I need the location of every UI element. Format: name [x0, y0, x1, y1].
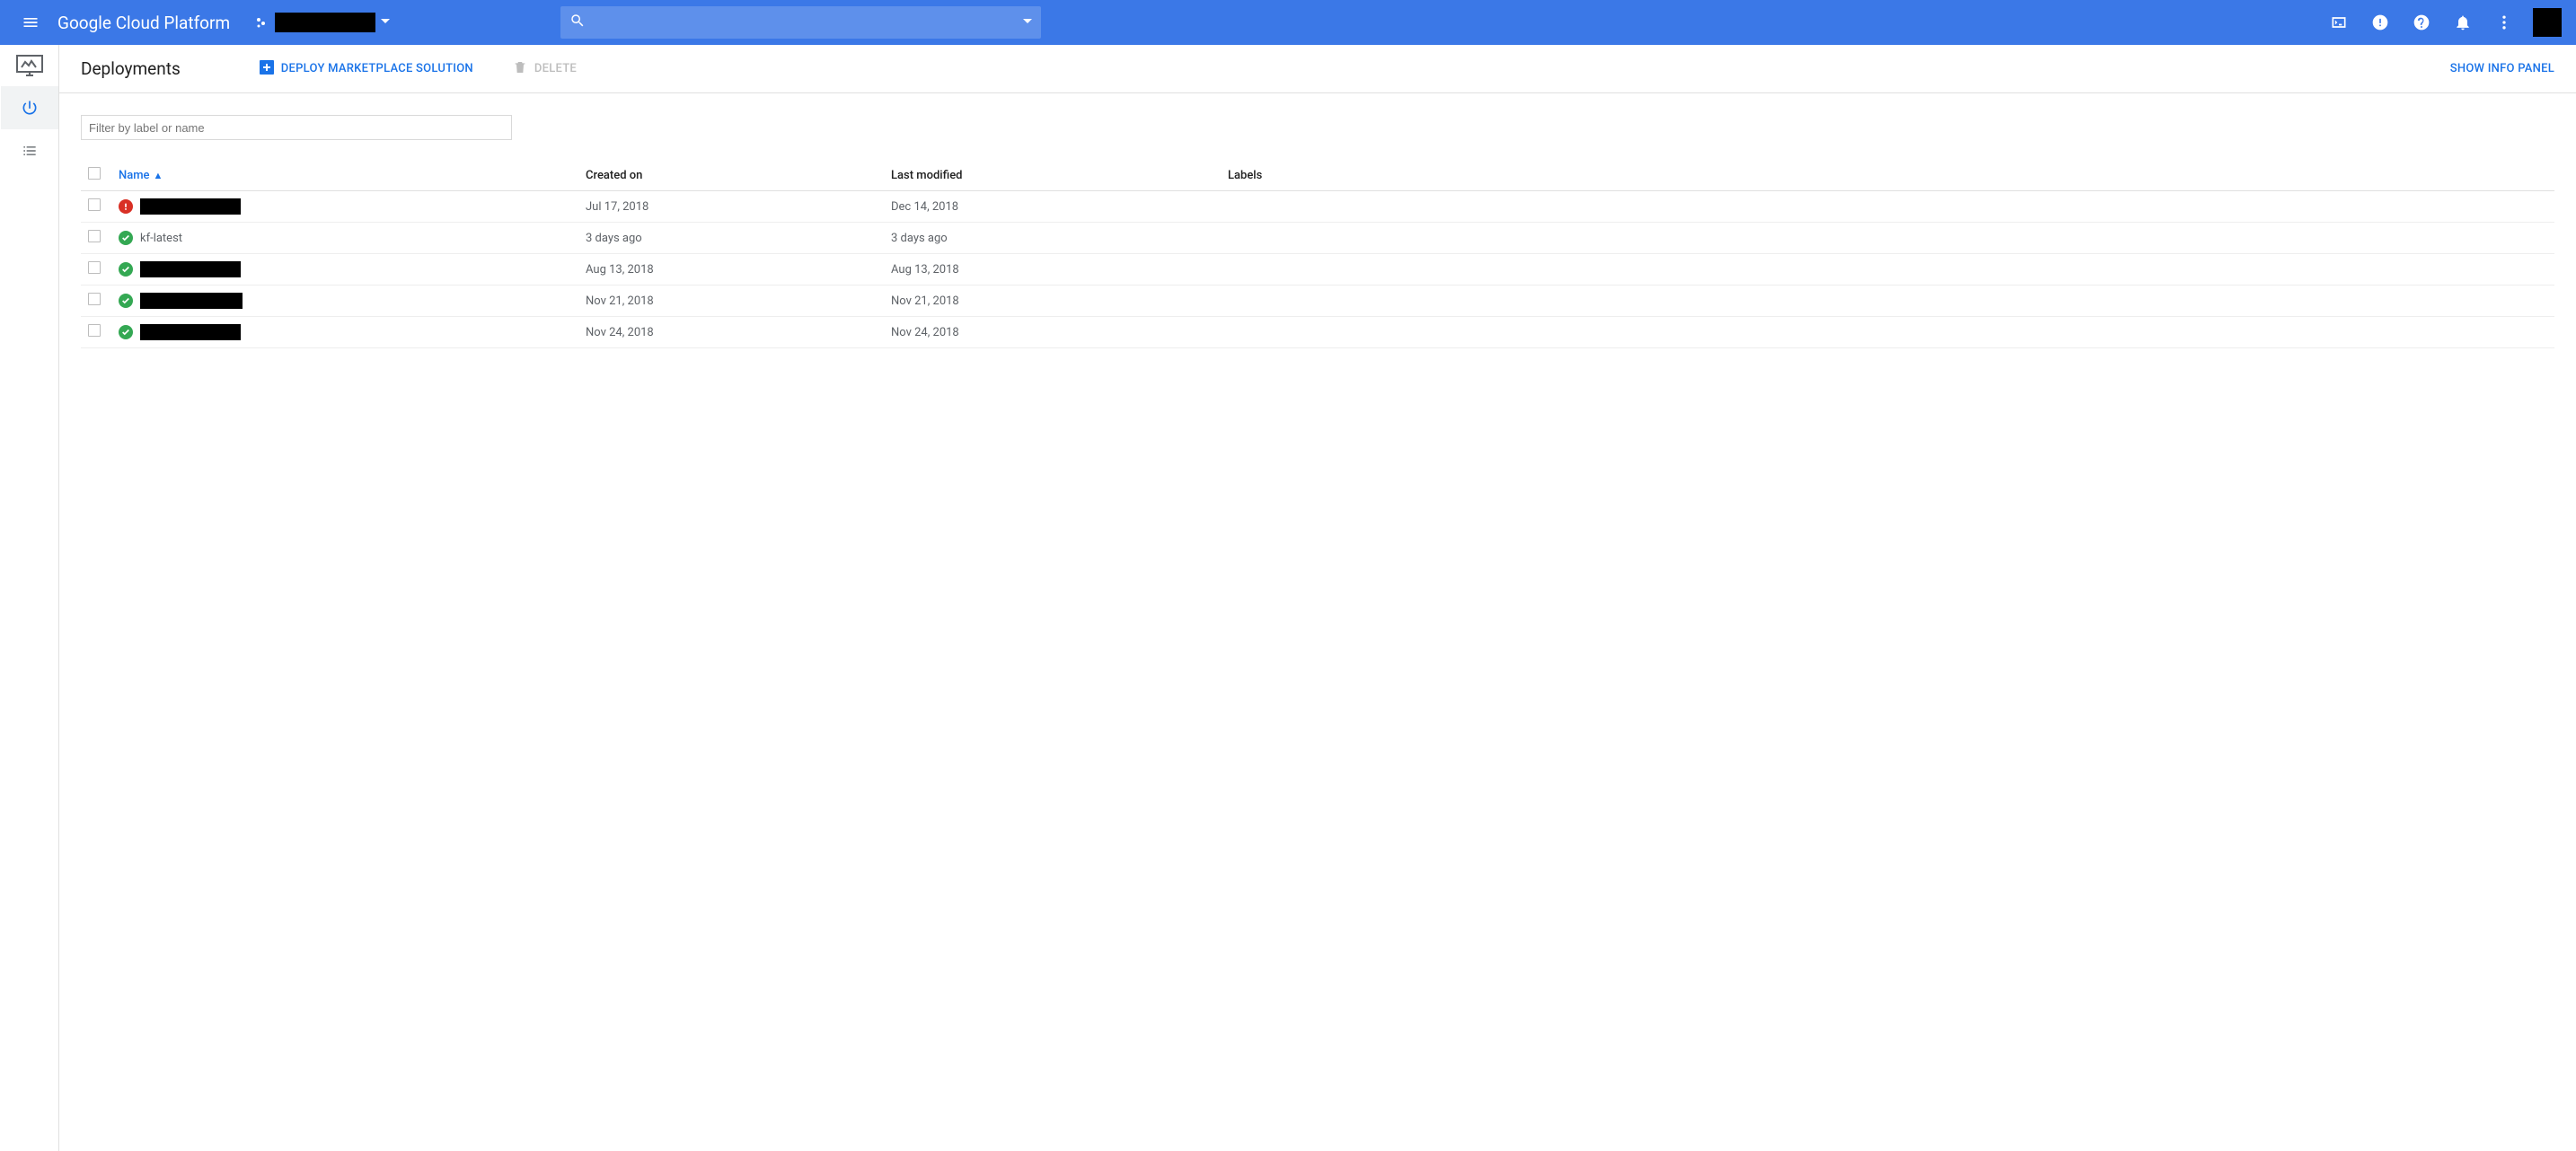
chevron-down-icon[interactable] — [1023, 16, 1032, 30]
secondary-toolbar: Deployments DEPLOY MARKETPLACE SOLUTION … — [59, 45, 2576, 93]
deploy-marketplace-button[interactable]: DEPLOY MARKETPLACE SOLUTION — [252, 55, 481, 83]
project-scope-icon — [255, 15, 269, 30]
row-labels — [1221, 254, 2554, 286]
top-header: Google Cloud Platform — [0, 0, 2576, 45]
row-checkbox[interactable] — [88, 230, 101, 242]
header-labels[interactable]: Labels — [1221, 160, 2554, 191]
row-checkbox[interactable] — [88, 324, 101, 337]
project-selector[interactable] — [246, 7, 399, 38]
header-checkbox[interactable] — [81, 160, 111, 191]
more-vert-icon — [2495, 13, 2513, 31]
account-avatar[interactable] — [2533, 8, 2562, 37]
status-ok-icon — [119, 294, 133, 308]
sort-asc-icon: ▲ — [154, 170, 163, 181]
row-modified: Nov 21, 2018 — [884, 286, 1221, 317]
power-icon — [21, 99, 39, 117]
section-deployment-manager-icon[interactable] — [1, 47, 58, 86]
content: Name▲ Created on Last modified Labels Ju… — [59, 93, 2576, 348]
row-labels — [1221, 223, 2554, 254]
layout: Deployments DEPLOY MARKETPLACE SOLUTION … — [0, 45, 2576, 1151]
cloud-shell-icon — [2330, 13, 2348, 31]
row-checkbox[interactable] — [88, 293, 101, 305]
table-row[interactable]: Nov 24, 2018Nov 24, 2018 — [81, 317, 2554, 348]
row-labels — [1221, 191, 2554, 223]
row-checkbox[interactable] — [88, 198, 101, 211]
header-right — [2321, 4, 2567, 40]
list-icon — [21, 142, 39, 160]
search-icon — [569, 13, 586, 32]
row-name-redacted — [140, 293, 243, 309]
row-created: Aug 13, 2018 — [578, 254, 884, 286]
table-header-row: Name▲ Created on Last modified Labels — [81, 160, 2554, 191]
help-button[interactable] — [2404, 4, 2439, 40]
table-row[interactable]: kf-latest 3 days ago3 days ago — [81, 223, 2554, 254]
nav-type-registry[interactable] — [1, 129, 58, 172]
platform-title: Google Cloud Platform — [57, 13, 230, 33]
deployment-manager-icon — [16, 55, 43, 78]
delete-label: DELETE — [534, 62, 577, 75]
deploy-marketplace-label: DEPLOY MARKETPLACE SOLUTION — [281, 62, 473, 75]
more-button[interactable] — [2486, 4, 2522, 40]
plus-box-icon — [260, 60, 274, 78]
status-ok-icon — [119, 231, 133, 245]
page-title: Deployments — [81, 58, 181, 79]
table-row[interactable]: Jul 17, 2018Dec 14, 2018 — [81, 191, 2554, 223]
table-row[interactable]: Aug 13, 2018Aug 13, 2018 — [81, 254, 2554, 286]
header-created[interactable]: Created on — [578, 160, 884, 191]
notifications-button[interactable] — [2445, 4, 2481, 40]
header-name[interactable]: Name▲ — [111, 160, 578, 191]
search-bar[interactable] — [560, 6, 1041, 39]
cloud-shell-button[interactable] — [2321, 4, 2357, 40]
row-modified: Dec 14, 2018 — [884, 191, 1221, 223]
row-modified: Aug 13, 2018 — [884, 254, 1221, 286]
row-name-redacted — [140, 261, 241, 277]
delete-button: DELETE — [506, 55, 584, 83]
row-created: Nov 24, 2018 — [578, 317, 884, 348]
row-labels — [1221, 286, 2554, 317]
status-ok-icon — [119, 262, 133, 277]
project-name-redacted — [275, 13, 375, 32]
chevron-down-icon — [381, 16, 390, 30]
row-created: 3 days ago — [578, 223, 884, 254]
alert-bubble-icon — [2371, 13, 2389, 31]
row-name[interactable]: kf-latest — [140, 232, 182, 245]
help-icon — [2413, 13, 2430, 31]
filter-input[interactable] — [81, 115, 512, 140]
row-name-redacted — [140, 198, 241, 215]
row-modified: 3 days ago — [884, 223, 1221, 254]
status-ok-icon — [119, 325, 133, 339]
header-modified[interactable]: Last modified — [884, 160, 1221, 191]
bell-icon — [2454, 13, 2472, 31]
left-rail — [0, 45, 59, 1151]
row-labels — [1221, 317, 2554, 348]
status-err-icon — [119, 199, 133, 214]
table-row[interactable]: Nov 21, 2018Nov 21, 2018 — [81, 286, 2554, 317]
row-modified: Nov 24, 2018 — [884, 317, 1221, 348]
hamburger-icon — [22, 13, 40, 31]
row-created: Nov 21, 2018 — [578, 286, 884, 317]
row-name-redacted — [140, 324, 241, 340]
show-info-panel-button[interactable]: SHOW INFO PANEL — [2450, 62, 2554, 75]
row-checkbox[interactable] — [88, 261, 101, 274]
deployments-table: Name▲ Created on Last modified Labels Ju… — [81, 160, 2554, 348]
main-menu-button[interactable] — [9, 1, 52, 44]
feedback-button[interactable] — [2362, 4, 2398, 40]
main-area: Deployments DEPLOY MARKETPLACE SOLUTION … — [59, 45, 2576, 1151]
row-created: Jul 17, 2018 — [578, 191, 884, 223]
nav-deployments[interactable] — [1, 86, 58, 129]
trash-icon — [513, 60, 527, 78]
